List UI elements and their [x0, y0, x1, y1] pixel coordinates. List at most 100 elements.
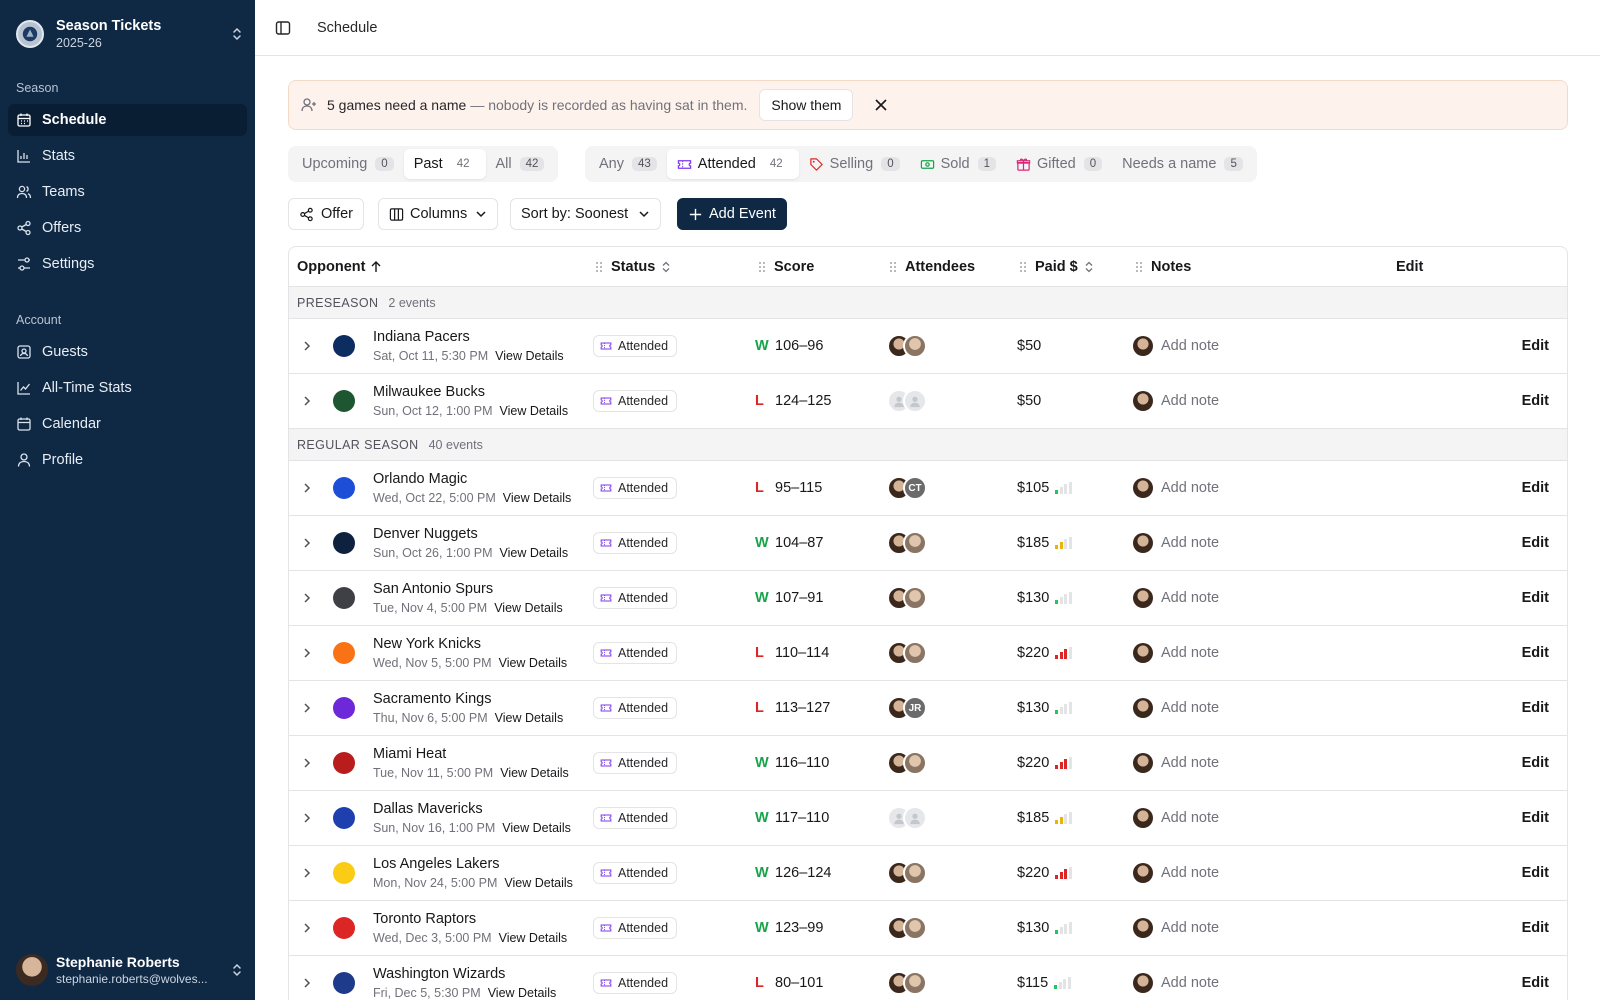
expand-row-button[interactable]: [301, 626, 317, 680]
sidebar-item-all-time-stats[interactable]: All-Time Stats: [8, 372, 247, 404]
expand-row-button[interactable]: [301, 846, 317, 900]
view-details-link[interactable]: View Details: [504, 876, 573, 890]
show-them-button[interactable]: Show them: [759, 89, 854, 121]
tab-sold[interactable]: Sold 1: [910, 149, 1006, 179]
tab-gifted[interactable]: Gifted 0: [1006, 149, 1112, 179]
opponent-name[interactable]: Toronto Raptors: [373, 909, 476, 929]
status-badge[interactable]: Attended: [593, 972, 678, 994]
columns-button[interactable]: Columns: [378, 198, 499, 230]
edit-button[interactable]: Edit: [1522, 736, 1549, 790]
edit-button[interactable]: Edit: [1522, 681, 1549, 735]
add-note-button[interactable]: Add note: [1133, 516, 1219, 570]
column-header-score[interactable]: Score: [758, 247, 814, 287]
edit-button[interactable]: Edit: [1522, 626, 1549, 680]
sidebar-item-offers[interactable]: Offers: [8, 212, 247, 244]
status-badge[interactable]: Attended: [593, 697, 678, 719]
edit-button[interactable]: Edit: [1522, 319, 1549, 373]
add-note-button[interactable]: Add note: [1133, 846, 1219, 900]
view-details-link[interactable]: View Details: [502, 821, 571, 835]
sidebar-item-profile[interactable]: Profile: [8, 444, 247, 476]
table-row[interactable]: Miami Heat Tue, Nov 11, 5:00 PM View Detai…: [289, 736, 1567, 791]
expand-row-button[interactable]: [301, 901, 317, 955]
sidebar-item-stats[interactable]: Stats: [8, 140, 247, 172]
attendees-cell[interactable]: [887, 901, 927, 955]
attendees-cell[interactable]: [887, 791, 927, 845]
view-details-link[interactable]: View Details: [494, 601, 563, 615]
status-badge[interactable]: Attended: [593, 917, 678, 939]
edit-button[interactable]: Edit: [1522, 516, 1549, 570]
sidebar-item-guests[interactable]: Guests: [8, 336, 247, 368]
expand-row-button[interactable]: [301, 956, 317, 1000]
table-row[interactable]: Indiana Pacers Sat, Oct 11, 5:30 PM View D…: [289, 319, 1567, 374]
add-note-button[interactable]: Add note: [1133, 681, 1219, 735]
add-note-button[interactable]: Add note: [1133, 956, 1219, 1000]
tab-needs-a-name[interactable]: Needs a name 5: [1112, 149, 1253, 179]
expand-row-button[interactable]: [301, 681, 317, 735]
offer-button[interactable]: Offer: [288, 198, 364, 230]
edit-button[interactable]: Edit: [1522, 461, 1549, 515]
tab-upcoming[interactable]: Upcoming 0: [292, 149, 404, 179]
opponent-name[interactable]: San Antonio Spurs: [373, 579, 493, 599]
sidebar-item-teams[interactable]: Teams: [8, 176, 247, 208]
status-badge[interactable]: Attended: [593, 335, 678, 357]
view-details-link[interactable]: View Details: [500, 766, 569, 780]
opponent-name[interactable]: Denver Nuggets: [373, 524, 478, 544]
edit-button[interactable]: Edit: [1522, 571, 1549, 625]
attendees-cell[interactable]: [887, 956, 927, 1000]
edit-button[interactable]: Edit: [1522, 791, 1549, 845]
edit-button[interactable]: Edit: [1522, 956, 1549, 1000]
edit-button[interactable]: Edit: [1522, 901, 1549, 955]
add-note-button[interactable]: Add note: [1133, 571, 1219, 625]
expand-row-button[interactable]: [301, 571, 317, 625]
table-row[interactable]: Dallas Mavericks Sun, Nov 16, 1:00 PM View…: [289, 791, 1567, 846]
table-row[interactable]: Washington Wizards Fri, Dec 5, 5:30 PM Vie…: [289, 956, 1567, 1000]
status-badge[interactable]: Attended: [593, 390, 678, 412]
sidebar-item-settings[interactable]: Settings: [8, 248, 247, 280]
opponent-name[interactable]: Sacramento Kings: [373, 689, 491, 709]
tab-all[interactable]: All 42: [486, 149, 555, 179]
column-header-attendees[interactable]: Attendees: [889, 247, 975, 287]
status-badge[interactable]: Attended: [593, 587, 678, 609]
attendees-cell[interactable]: [887, 516, 927, 570]
table-row[interactable]: Denver Nuggets Sun, Oct 26, 1:00 PM View D…: [289, 516, 1567, 571]
tab-past[interactable]: Past 42: [403, 149, 486, 179]
opponent-name[interactable]: Dallas Mavericks: [373, 799, 483, 819]
edit-button[interactable]: Edit: [1522, 846, 1549, 900]
table-row[interactable]: Sacramento Kings Thu, Nov 6, 5:00 PM View …: [289, 681, 1567, 736]
attendees-cell[interactable]: [887, 319, 927, 373]
opponent-name[interactable]: Indiana Pacers: [373, 327, 470, 347]
status-badge[interactable]: Attended: [593, 642, 678, 664]
user-menu[interactable]: Stephanie Roberts stephanie.roberts@wolv…: [16, 952, 244, 988]
add-note-button[interactable]: Add note: [1133, 736, 1219, 790]
column-header-paid[interactable]: Paid $: [1019, 247, 1095, 287]
view-details-link[interactable]: View Details: [500, 546, 569, 560]
add-note-button[interactable]: Add note: [1133, 626, 1219, 680]
table-row[interactable]: Toronto Raptors Wed, Dec 3, 5:00 PM View D…: [289, 901, 1567, 956]
opponent-name[interactable]: Milwaukee Bucks: [373, 382, 485, 402]
opponent-name[interactable]: Los Angeles Lakers: [373, 854, 500, 874]
view-details-link[interactable]: View Details: [499, 931, 568, 945]
status-badge[interactable]: Attended: [593, 807, 678, 829]
table-row[interactable]: San Antonio Spurs Tue, Nov 4, 5:00 PM View…: [289, 571, 1567, 626]
column-header-notes[interactable]: Notes: [1135, 247, 1191, 287]
status-badge[interactable]: Attended: [593, 477, 678, 499]
sidebar-item-schedule[interactable]: Schedule: [8, 104, 247, 136]
tab-selling[interactable]: Selling 0: [799, 149, 910, 179]
table-row[interactable]: New York Knicks Wed, Nov 5, 5:00 PM View D…: [289, 626, 1567, 681]
view-details-link[interactable]: View Details: [495, 711, 564, 725]
banner-close-button[interactable]: [873, 97, 889, 113]
attendees-cell[interactable]: [887, 626, 927, 680]
add-note-button[interactable]: Add note: [1133, 901, 1219, 955]
sidebar-item-calendar[interactable]: Calendar: [8, 408, 247, 440]
add-note-button[interactable]: Add note: [1133, 791, 1219, 845]
org-switcher[interactable]: Season Tickets 2025-26: [16, 16, 244, 52]
expand-row-button[interactable]: [301, 516, 317, 570]
attendees-cell[interactable]: CT: [887, 461, 927, 515]
tab-any[interactable]: Any 43: [589, 149, 667, 179]
tab-attended[interactable]: Attended 42: [666, 149, 799, 179]
add-note-button[interactable]: Add note: [1133, 461, 1219, 515]
expand-row-button[interactable]: [301, 319, 317, 373]
attendees-cell[interactable]: [887, 736, 927, 790]
expand-row-button[interactable]: [301, 461, 317, 515]
add-event-button[interactable]: Add Event: [677, 198, 787, 230]
